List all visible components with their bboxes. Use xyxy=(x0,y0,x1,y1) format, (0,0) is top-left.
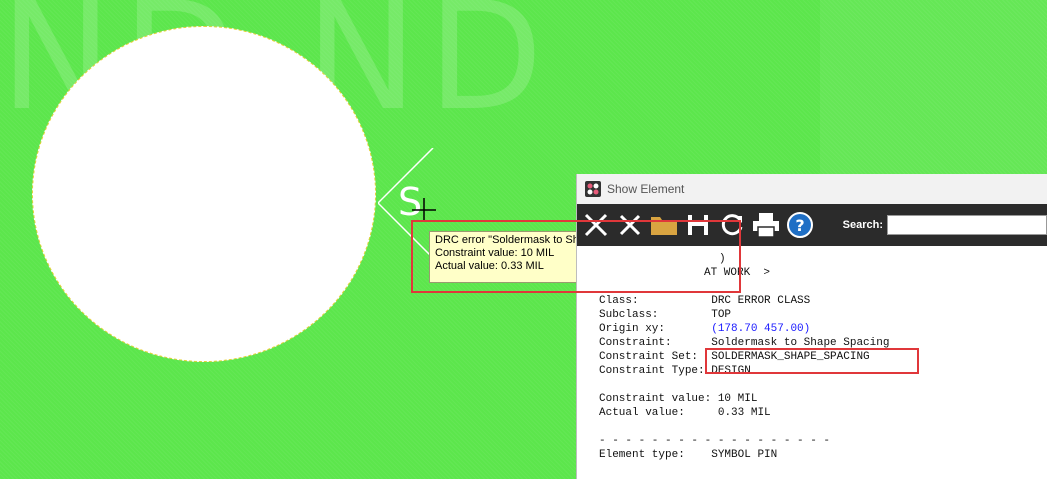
report-label: Element type: xyxy=(599,449,685,461)
report-value: 10 MIL xyxy=(717,393,758,405)
watermark: CSDN @LostSpeed xyxy=(917,454,1033,469)
highlight-box-constraint xyxy=(705,348,919,374)
pad-circle[interactable] xyxy=(32,26,376,362)
search-label: Search: xyxy=(842,219,883,231)
svg-text:?: ? xyxy=(795,216,804,235)
search-input[interactable] xyxy=(887,215,1047,235)
print-icon[interactable] xyxy=(751,210,781,240)
app-icon xyxy=(585,181,601,197)
report-label: Constraint: xyxy=(599,337,672,349)
window-titlebar[interactable]: Show Element xyxy=(577,174,1047,204)
report-label: Constraint Set: xyxy=(599,351,699,363)
window-title: Show Element xyxy=(607,182,685,196)
highlight-box-tooltip xyxy=(411,220,741,293)
report-label: Subclass: xyxy=(599,309,659,321)
crosshair-cursor-icon xyxy=(412,198,436,222)
report-value: TOP xyxy=(711,309,732,321)
report-value: 0.33 MIL xyxy=(717,407,771,419)
report-value: DRC ERROR CLASS xyxy=(711,295,811,307)
help-icon[interactable]: ? xyxy=(785,210,815,240)
report-label: Constraint value: xyxy=(599,393,712,405)
report-label: Constraint Type: xyxy=(599,365,705,377)
report-divider: - - - - - - - - - - - - - - - - - - xyxy=(599,435,831,447)
report-value: SYMBOL PIN xyxy=(711,449,778,461)
report-label: Origin xy: xyxy=(599,323,666,335)
report-label: Class: xyxy=(599,295,639,307)
report-label: Actual value: xyxy=(599,407,685,419)
origin-link[interactable]: (178.70 457.00) xyxy=(711,323,810,335)
